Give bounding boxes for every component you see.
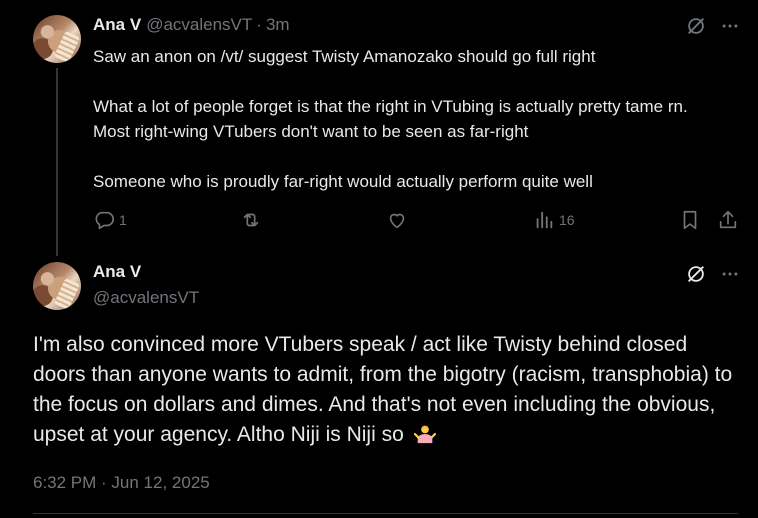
reply-author-name[interactable]: Ana V	[93, 15, 141, 35]
reply-relative-time[interactable]: 3m	[266, 15, 290, 35]
main-author-handle[interactable]: @acvalensVT	[93, 288, 199, 308]
divider	[33, 513, 738, 514]
bookmark-button[interactable]	[679, 208, 701, 232]
reply-paragraph: What a lot of people forget is that the …	[93, 97, 688, 141]
like-button[interactable]	[386, 208, 408, 232]
main-author-avatar[interactable]	[33, 262, 81, 310]
retweet-button[interactable]	[240, 208, 262, 232]
main-tweet-timestamp[interactable]: 6:32 PM · Jun 12, 2025	[33, 473, 210, 493]
reply-count: 1	[119, 212, 127, 228]
more-icon[interactable]	[718, 14, 742, 38]
grok-icon[interactable]	[684, 14, 708, 38]
views-button[interactable]: 16	[533, 208, 575, 232]
header-separator: ·	[256, 15, 262, 34]
main-author-name[interactable]: Ana V	[93, 262, 141, 282]
reply-action-bar: 1 16	[93, 208, 743, 232]
grok-icon[interactable]	[684, 262, 708, 286]
share-icon	[719, 210, 737, 229]
reply-button[interactable]: 1	[93, 208, 127, 232]
views-icon	[536, 211, 553, 229]
reply-author-handle[interactable]: @acvalensVT	[146, 15, 252, 35]
share-button[interactable]	[717, 208, 739, 232]
like-icon	[389, 213, 405, 229]
thread-connector-line	[56, 68, 58, 256]
more-icon[interactable]	[718, 262, 742, 286]
reply-author-avatar[interactable]	[33, 15, 81, 63]
reply-paragraph: Someone who is proudly far-right would a…	[93, 172, 593, 191]
main-tweet-text-content: I'm also convinced more VTubers speak / …	[33, 333, 733, 446]
views-count: 16	[559, 212, 575, 228]
bookmark-icon	[683, 210, 697, 230]
reply-icon	[95, 211, 114, 230]
reply-paragraph: Saw an anon on /vt/ suggest Twisty Amano…	[93, 47, 596, 66]
main-tweet-text: I'm also convinced more VTubers speak / …	[33, 330, 733, 450]
reply-tweet-header: Ana V @acvalensVT · 3m	[93, 15, 290, 35]
person-shrugging-emoji	[413, 423, 436, 445]
reply-tweet-text: Saw an anon on /vt/ suggest Twisty Amano…	[93, 44, 723, 219]
retweet-icon	[243, 213, 259, 227]
